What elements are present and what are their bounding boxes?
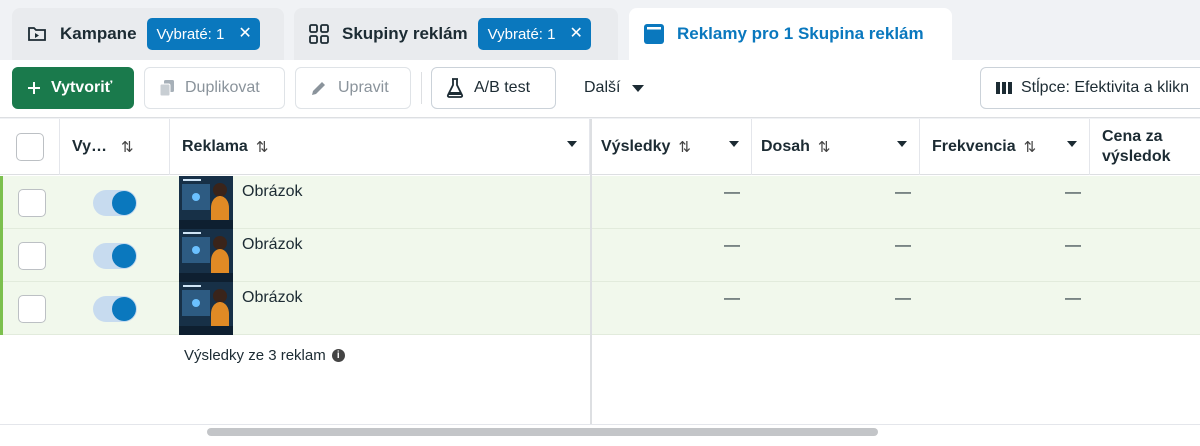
- results-summary-label: Výsledky ze 3 reklam: [184, 347, 326, 364]
- duplicate-button[interactable]: Duplikovat: [144, 67, 285, 109]
- tab-ads[interactable]: Reklamy pro 1 Skupina reklám: [629, 8, 952, 60]
- frequency-value: —: [1065, 184, 1081, 201]
- ab-test-button[interactable]: A/B test: [431, 67, 556, 109]
- toggle-knob: [112, 297, 136, 321]
- tab-campaigns-label: Kampane: [60, 24, 137, 43]
- reach-value: —: [895, 237, 911, 254]
- row-checkbox[interactable]: [18, 189, 46, 217]
- table-row[interactable]: Obrázok — — —: [0, 282, 1200, 335]
- header-select-cell: [0, 119, 60, 175]
- header-ad-label: Reklama: [182, 138, 248, 155]
- ad-thumbnail[interactable]: [179, 282, 233, 335]
- header-cost-label-line1: Cena za: [1102, 128, 1163, 145]
- header-frequency[interactable]: Frekvencia ⇅: [920, 119, 1090, 175]
- more-label: Další: [584, 79, 621, 96]
- frequency-value: —: [1065, 290, 1081, 307]
- folder-icon: [26, 23, 48, 45]
- flask-icon: [446, 78, 464, 98]
- header-cost-per-result[interactable]: Cena za výsledok: [1090, 119, 1200, 175]
- sort-icon[interactable]: ⇅: [818, 138, 831, 156]
- table-header: Vy… ⇅ Reklama ⇅ Výsledky ⇅ Dosah ⇅ Frekv…: [0, 119, 1200, 175]
- sort-icon[interactable]: ⇅: [678, 138, 691, 156]
- campaigns-selected-badge[interactable]: Vybraté: 1 ✕: [146, 18, 260, 50]
- results-value: —: [724, 290, 740, 307]
- columns-dropdown[interactable]: Stĺpce: Efektivita a klikn: [980, 67, 1200, 109]
- create-label: Vytvoriť: [51, 79, 113, 96]
- header-results-label: Výsledky: [601, 138, 671, 155]
- row-checkbox[interactable]: [18, 242, 46, 270]
- table-footer-divider: [0, 424, 1200, 425]
- caret-down-icon: [632, 84, 645, 92]
- header-cost-label-line2: výsledok: [1102, 148, 1171, 165]
- header-frequency-label: Frekvencia: [932, 138, 1016, 155]
- close-icon[interactable]: ✕: [238, 26, 251, 42]
- header-results[interactable]: Výsledky ⇅: [592, 119, 752, 175]
- plus-icon: [27, 81, 41, 95]
- selected-row-indicator: [0, 176, 3, 229]
- results-value: —: [724, 184, 740, 201]
- ad-status-toggle[interactable]: [93, 190, 137, 216]
- close-icon[interactable]: ✕: [570, 26, 583, 42]
- columns-icon: [995, 81, 1013, 95]
- duplicate-label: Duplikovat: [185, 79, 260, 96]
- sort-icon[interactable]: ⇅: [256, 138, 269, 156]
- caret-down-icon[interactable]: [729, 141, 739, 147]
- sort-icon[interactable]: ⇅: [1024, 138, 1037, 156]
- selected-row-indicator: [0, 282, 3, 335]
- toolbar-divider: [421, 72, 422, 104]
- results-value: —: [724, 237, 740, 254]
- header-toggle-label: Vy…: [72, 138, 107, 155]
- row-checkbox[interactable]: [18, 295, 46, 323]
- frequency-value: —: [1065, 237, 1081, 254]
- horizontal-scrollbar[interactable]: [207, 428, 878, 436]
- ad-sets-selected-label: Vybraté: 1: [487, 25, 556, 43]
- ad-name[interactable]: Obrázok: [242, 289, 302, 307]
- level-tabs: Kampane Vybraté: 1 ✕ Skupiny reklám Vybr…: [0, 0, 1200, 60]
- ad-window-icon: [643, 23, 665, 45]
- header-toggle[interactable]: Vy… ⇅: [60, 119, 170, 175]
- info-icon[interactable]: i: [331, 349, 345, 362]
- create-button[interactable]: Vytvoriť: [12, 67, 134, 109]
- pencil-icon: [310, 79, 328, 97]
- ab-test-label: A/B test: [474, 79, 531, 96]
- tab-campaigns[interactable]: Kampane Vybraté: 1 ✕: [12, 8, 284, 60]
- header-reach-label: Dosah: [761, 138, 810, 155]
- campaigns-selected-label: Vybraté: 1: [156, 25, 225, 43]
- more-dropdown[interactable]: Další: [570, 67, 662, 109]
- table-row[interactable]: Obrázok — — —: [0, 229, 1200, 282]
- caret-down-icon[interactable]: [567, 141, 577, 147]
- edit-button[interactable]: Upravit: [295, 67, 411, 109]
- header-reach[interactable]: Dosah ⇅: [752, 119, 920, 175]
- ad-status-toggle[interactable]: [93, 243, 137, 269]
- select-all-checkbox[interactable]: [15, 133, 44, 161]
- columns-label: Stĺpce: Efektivita a klikn: [1021, 79, 1190, 96]
- selected-row-indicator: [0, 229, 3, 282]
- results-summary: Výsledky ze 3 reklam i: [184, 347, 345, 364]
- reach-value: —: [895, 290, 911, 307]
- caret-down-icon[interactable]: [1067, 141, 1077, 147]
- reach-value: —: [895, 184, 911, 201]
- toggle-knob: [112, 191, 136, 215]
- ad-name[interactable]: Obrázok: [242, 236, 302, 254]
- grid-icon: [308, 23, 330, 45]
- table-row[interactable]: Obrázok — — —: [0, 176, 1200, 229]
- ad-thumbnail[interactable]: [179, 176, 233, 229]
- ad-sets-selected-badge[interactable]: Vybraté: 1 ✕: [477, 18, 591, 50]
- edit-label: Upravit: [338, 79, 389, 96]
- tab-ads-label: Reklamy pro 1 Skupina reklám: [677, 24, 924, 43]
- ads-table: Vy… ⇅ Reklama ⇅ Výsledky ⇅ Dosah ⇅ Frekv…: [0, 119, 1200, 446]
- tab-ad-sets-label: Skupiny reklám: [342, 24, 468, 43]
- pinned-column-divider: [590, 119, 592, 424]
- tab-ad-sets[interactable]: Skupiny reklám Vybraté: 1 ✕: [294, 8, 618, 60]
- sort-icon[interactable]: ⇅: [121, 138, 134, 156]
- ad-status-toggle[interactable]: [93, 296, 137, 322]
- ad-name[interactable]: Obrázok: [242, 183, 302, 201]
- ad-thumbnail[interactable]: [179, 229, 233, 282]
- caret-down-icon[interactable]: [897, 141, 907, 147]
- toggle-knob: [112, 244, 136, 268]
- toolbar: Vytvoriť Duplikovat Upravit A/B test Dal…: [0, 60, 1200, 118]
- copy-icon: [159, 79, 175, 97]
- header-ad[interactable]: Reklama ⇅: [170, 119, 590, 175]
